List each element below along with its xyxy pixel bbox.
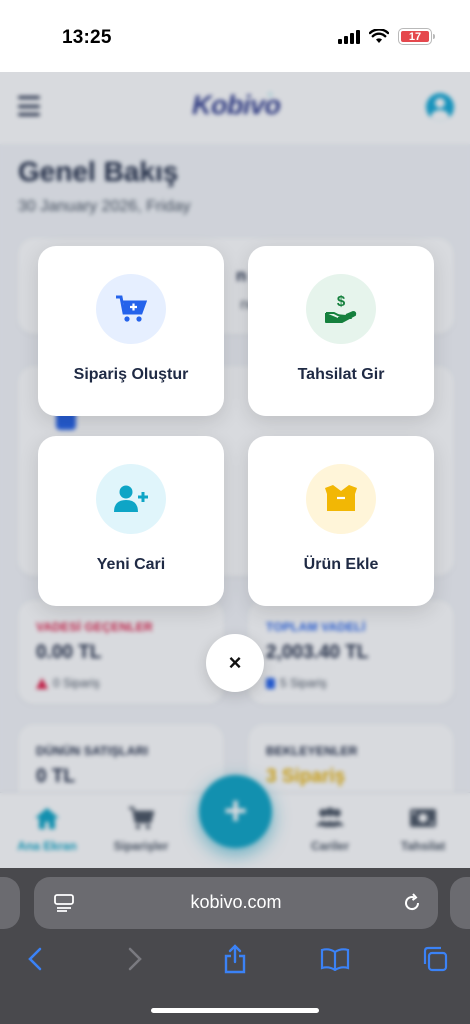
status-bar: 13:25 17 bbox=[0, 0, 470, 72]
hand-money-icon: $ bbox=[306, 274, 376, 344]
action-new-account-label: Yeni Cari bbox=[96, 556, 166, 573]
home-indicator bbox=[151, 1008, 319, 1013]
url-text: kobivo.com bbox=[190, 892, 282, 912]
cart-plus-icon bbox=[96, 274, 166, 344]
wifi-icon bbox=[369, 29, 389, 43]
box-icon bbox=[306, 464, 376, 534]
address-bar[interactable]: kobivo.com bbox=[34, 877, 438, 929]
action-add-product[interactable]: Ürün Ekle bbox=[248, 436, 434, 606]
user-plus-icon bbox=[96, 464, 166, 534]
action-new-account[interactable]: Yeni Cari bbox=[38, 436, 224, 606]
status-time: 13:25 bbox=[62, 27, 112, 48]
reload-icon[interactable] bbox=[402, 893, 422, 913]
battery-level: 17 bbox=[401, 31, 429, 43]
action-create-order[interactable]: Sipariş Oluştur bbox=[38, 246, 224, 416]
close-button[interactable]: × bbox=[206, 634, 264, 692]
share-icon[interactable] bbox=[220, 944, 250, 974]
forward-icon[interactable] bbox=[120, 944, 150, 974]
action-create-order-label: Sipariş Oluştur bbox=[73, 366, 189, 383]
cellular-signal-icon bbox=[338, 29, 360, 44]
status-icons: 17 bbox=[338, 28, 435, 45]
battery-icon: 17 bbox=[398, 28, 435, 45]
browser-toolbar: kobivo.com bbox=[0, 868, 470, 1024]
svg-text:$: $ bbox=[337, 293, 346, 310]
next-tab-preview[interactable] bbox=[450, 877, 470, 929]
action-enter-collection-label: Tahsilat Gir bbox=[297, 366, 385, 383]
tabs-icon[interactable] bbox=[420, 944, 450, 974]
previous-tab-preview[interactable] bbox=[0, 877, 20, 929]
action-add-product-label: Ürün Ekle bbox=[303, 556, 379, 573]
back-icon[interactable] bbox=[20, 944, 50, 974]
action-enter-collection[interactable]: $ Tahsilat Gir bbox=[248, 246, 434, 416]
bookmarks-icon[interactable] bbox=[320, 944, 350, 974]
